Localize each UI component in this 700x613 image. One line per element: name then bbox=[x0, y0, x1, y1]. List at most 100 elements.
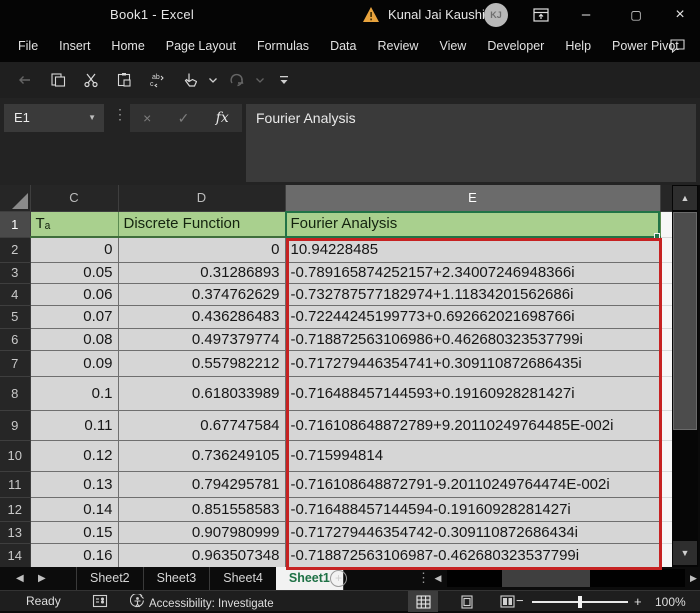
paste-icon[interactable] bbox=[111, 67, 137, 93]
cell-F14[interactable] bbox=[660, 543, 672, 567]
row-header-2[interactable]: 2 bbox=[0, 237, 30, 262]
row-header-11[interactable]: 11 bbox=[0, 471, 30, 497]
minimize-button[interactable]: – bbox=[566, 0, 606, 30]
cell-F12[interactable] bbox=[660, 497, 672, 521]
cell-F2[interactable] bbox=[660, 237, 672, 262]
cell-E4[interactable]: -0.732787577182974+1.11834201562686i bbox=[285, 283, 660, 305]
zoom-slider[interactable] bbox=[532, 601, 628, 603]
vertical-scrollbar[interactable]: ▲ ▼ bbox=[672, 185, 698, 567]
cell-C11[interactable]: 0.13 bbox=[30, 471, 118, 497]
cell-C6[interactable]: 0.08 bbox=[30, 328, 118, 350]
column-header-D[interactable]: D bbox=[118, 185, 285, 211]
cell-F10[interactable] bbox=[660, 440, 672, 471]
hscroll-right-icon[interactable]: ▶ bbox=[687, 567, 700, 590]
hscroll-left-icon[interactable]: ◀ bbox=[431, 567, 445, 590]
cell-E2[interactable]: 10.94228485 bbox=[285, 237, 660, 262]
cell-C8[interactable]: 0.1 bbox=[30, 376, 118, 410]
sheet-tab-sheet4[interactable]: Sheet4 bbox=[209, 567, 276, 590]
new-sheet-button[interactable]: + bbox=[330, 570, 347, 587]
menu-tab-home[interactable]: Home bbox=[111, 39, 144, 53]
cell-F3[interactable] bbox=[660, 262, 672, 283]
cell-D2[interactable]: 0 bbox=[118, 237, 285, 262]
maximize-button[interactable]: ▢ bbox=[616, 0, 656, 30]
cell-C10[interactable]: 0.12 bbox=[30, 440, 118, 471]
customize-toolbar-icon[interactable] bbox=[271, 67, 297, 93]
cell-D10[interactable]: 0.736249105 bbox=[118, 440, 285, 471]
normal-view-button[interactable] bbox=[408, 591, 438, 612]
cell-D14[interactable]: 0.963507348 bbox=[118, 543, 285, 567]
cell-F4[interactable] bbox=[660, 283, 672, 305]
avatar[interactable]: KJ bbox=[484, 3, 508, 27]
cell-E12[interactable]: -0.716488457144594-0.19160928281427i bbox=[285, 497, 660, 521]
warning-icon[interactable] bbox=[362, 6, 380, 28]
cut-icon[interactable] bbox=[78, 67, 104, 93]
row-header-4[interactable]: 4 bbox=[0, 283, 30, 305]
row-header-13[interactable]: 13 bbox=[0, 521, 30, 543]
menu-tab-view[interactable]: View bbox=[439, 39, 466, 53]
cell-D4[interactable]: 0.374762629 bbox=[118, 283, 285, 305]
zoom-slider-thumb[interactable] bbox=[578, 596, 582, 608]
tab-bar-dots[interactable]: ⋮ bbox=[417, 570, 430, 586]
cell-F6[interactable] bbox=[660, 328, 672, 350]
macro-record-icon[interactable] bbox=[92, 594, 108, 613]
cell-D5[interactable]: 0.436286483 bbox=[118, 305, 285, 328]
chevron-down-icon[interactable] bbox=[206, 67, 220, 93]
cell-E13[interactable]: -0.717279446354742-0.309110872686434i bbox=[285, 521, 660, 543]
cell-E5[interactable]: -0.72244245199773+0.692662021698766i bbox=[285, 305, 660, 328]
menu-tab-review[interactable]: Review bbox=[377, 39, 418, 53]
cell-C3[interactable]: 0.05 bbox=[30, 262, 118, 283]
cell-D1[interactable]: Discrete Function bbox=[118, 211, 285, 237]
cell-C7[interactable]: 0.09 bbox=[30, 350, 118, 376]
cell-C13[interactable]: 0.15 bbox=[30, 521, 118, 543]
cell-D11[interactable]: 0.794295781 bbox=[118, 471, 285, 497]
cell-C4[interactable]: 0.06 bbox=[30, 283, 118, 305]
select-all-corner[interactable] bbox=[0, 185, 30, 211]
row-header-12[interactable]: 12 bbox=[0, 497, 30, 521]
tab-scroll-left-icon[interactable]: ◀ bbox=[16, 567, 24, 590]
cell-E8[interactable]: -0.716488457144593+0.19160928281427i bbox=[285, 376, 660, 410]
cell-F9[interactable] bbox=[660, 410, 672, 440]
back-arrow-icon[interactable] bbox=[12, 67, 38, 93]
cell-C14[interactable]: 0.16 bbox=[30, 543, 118, 567]
tab-scroll-right-icon[interactable]: ▶ bbox=[38, 567, 46, 590]
row-header-7[interactable]: 7 bbox=[0, 350, 30, 376]
account-name[interactable]: Kunal Jai Kaushik bbox=[388, 7, 491, 22]
cell-E14[interactable]: -0.718872563106987-0.462680323537799i bbox=[285, 543, 660, 567]
cell-C1[interactable]: Tₐ bbox=[30, 211, 118, 237]
sheet-tab-sheet2[interactable]: Sheet2 bbox=[76, 567, 143, 590]
cell-F8[interactable] bbox=[660, 376, 672, 410]
vertical-scrollbar-thumb[interactable] bbox=[673, 212, 697, 430]
horizontal-scrollbar[interactable] bbox=[447, 569, 685, 587]
column-header-C[interactable]: C bbox=[30, 185, 118, 211]
menu-tab-help[interactable]: Help bbox=[565, 39, 591, 53]
chevron-down-icon[interactable] bbox=[253, 67, 267, 93]
column-header-E[interactable]: E bbox=[285, 185, 660, 211]
redo-icon[interactable] bbox=[224, 67, 250, 93]
cell-D6[interactable]: 0.497379774 bbox=[118, 328, 285, 350]
zoom-out-button[interactable]: − bbox=[516, 593, 524, 608]
cell-D8[interactable]: 0.618033989 bbox=[118, 376, 285, 410]
cell-F5[interactable] bbox=[660, 305, 672, 328]
row-header-8[interactable]: 8 bbox=[0, 376, 30, 410]
cell-C5[interactable]: 0.07 bbox=[30, 305, 118, 328]
menu-tab-insert[interactable]: Insert bbox=[59, 39, 90, 53]
menu-tab-file[interactable]: File bbox=[18, 39, 38, 53]
row-header-5[interactable]: 5 bbox=[0, 305, 30, 328]
row-header-3[interactable]: 3 bbox=[0, 262, 30, 283]
page-layout-view-button[interactable] bbox=[452, 591, 482, 612]
scroll-up-icon[interactable]: ▲ bbox=[673, 186, 697, 210]
row-header-9[interactable]: 9 bbox=[0, 410, 30, 440]
cell-C12[interactable]: 0.14 bbox=[30, 497, 118, 521]
formula-bar-input[interactable]: Fourier Analysis bbox=[246, 104, 696, 182]
menu-tab-page-layout[interactable]: Page Layout bbox=[166, 39, 236, 53]
cell-F11[interactable] bbox=[660, 471, 672, 497]
column-header-F-sliver[interactable] bbox=[660, 185, 672, 211]
row-header-14[interactable]: 14 bbox=[0, 543, 30, 567]
cell-E9[interactable]: -0.716108648872789+9.20110249764485E-002… bbox=[285, 410, 660, 440]
menu-tab-developer[interactable]: Developer bbox=[487, 39, 544, 53]
cell-E3[interactable]: -0.789165874252157+2.34007246948366i bbox=[285, 262, 660, 283]
ribbon-display-options-icon[interactable] bbox=[532, 6, 550, 29]
cell-D7[interactable]: 0.557982212 bbox=[118, 350, 285, 376]
confirm-entry-icon[interactable]: ✓ bbox=[178, 110, 190, 127]
cell-C2[interactable]: 0 bbox=[30, 237, 118, 262]
